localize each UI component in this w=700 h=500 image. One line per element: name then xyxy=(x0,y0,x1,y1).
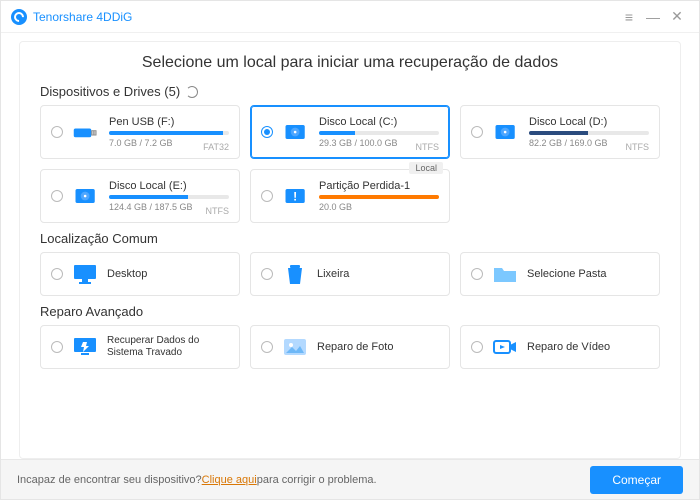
local-badge: Local xyxy=(409,162,443,174)
usage-bar xyxy=(109,195,229,199)
footer-text-prefix: Incapaz de encontrar seu dispositivo? xyxy=(17,474,202,486)
drive-name: Disco Local (D:) xyxy=(529,116,649,128)
crashed-system-icon xyxy=(71,335,99,359)
drive-name: Partição Perdida-1 xyxy=(319,180,439,192)
app-logo-icon xyxy=(11,9,27,25)
radio-icon xyxy=(261,190,273,202)
usage-bar xyxy=(529,131,649,135)
titlebar: Tenorshare 4DDiG ≡ — ✕ xyxy=(1,1,699,33)
location-recycle-bin[interactable]: Lixeira xyxy=(250,252,450,296)
advanced-video-repair[interactable]: Reparo de Vídeo xyxy=(460,325,660,369)
app-title: Tenorshare 4DDiG xyxy=(33,10,132,24)
photo-icon xyxy=(281,335,309,359)
svg-text:!: ! xyxy=(293,189,297,203)
fs-label: NTFS xyxy=(626,142,650,152)
advanced-label: Reparo de Foto xyxy=(317,341,393,353)
location-desktop[interactable]: Desktop xyxy=(40,252,240,296)
radio-icon xyxy=(471,341,483,353)
section-devices-heading: Dispositivos e Drives (5) xyxy=(40,84,660,99)
hdd-icon xyxy=(71,183,101,209)
footer: Incapaz de encontrar seu dispositivo? Cl… xyxy=(1,459,699,499)
close-button[interactable]: ✕ xyxy=(665,5,689,29)
drive-name: Disco Local (C:) xyxy=(319,116,439,128)
fs-label: NTFS xyxy=(206,206,230,216)
advanced-photo-repair[interactable]: Reparo de Foto xyxy=(250,325,450,369)
section-common-heading: Localização Comum xyxy=(40,231,660,246)
location-label: Selecione Pasta xyxy=(527,268,607,280)
section-advanced-heading: Reparo Avançado xyxy=(40,304,660,319)
video-icon xyxy=(491,335,519,359)
radio-icon xyxy=(51,126,63,138)
usage-bar xyxy=(109,131,229,135)
start-button[interactable]: Começar xyxy=(590,466,683,494)
radio-icon xyxy=(51,341,63,353)
radio-icon xyxy=(51,268,63,280)
drive-tile-local-d[interactable]: Disco Local (D:) 82.2 GB / 169.0 GB NTFS xyxy=(460,105,660,159)
drive-name: Disco Local (E:) xyxy=(109,180,229,192)
drive-name: Pen USB (F:) xyxy=(109,116,229,128)
location-select-folder[interactable]: Selecione Pasta xyxy=(460,252,660,296)
desktop-icon xyxy=(71,262,99,286)
advanced-label: Reparo de Vídeo xyxy=(527,341,610,353)
footer-help-link[interactable]: Clique aqui xyxy=(202,474,257,486)
usb-drive-icon xyxy=(71,119,101,145)
hdd-icon xyxy=(491,119,521,145)
radio-icon xyxy=(471,126,483,138)
refresh-icon[interactable] xyxy=(186,86,198,98)
partition-warning-icon: ! xyxy=(281,183,311,209)
fs-label: NTFS xyxy=(416,142,440,152)
advanced-label: Recuperar Dados do Sistema Travado xyxy=(107,335,229,359)
hdd-icon xyxy=(281,119,311,145)
location-label: Desktop xyxy=(107,268,147,280)
drive-tile-usb-f[interactable]: Pen USB (F:) 7.0 GB / 7.2 GB FAT32 xyxy=(40,105,240,159)
trash-icon xyxy=(281,262,309,286)
location-label: Lixeira xyxy=(317,268,349,280)
section-devices-label: Dispositivos e Drives (5) xyxy=(40,84,180,99)
radio-icon xyxy=(261,341,273,353)
footer-text-suffix: para corrigir o problema. xyxy=(257,474,377,486)
fs-label: FAT32 xyxy=(203,142,229,152)
minimize-button[interactable]: — xyxy=(641,5,665,29)
drive-size: 20.0 GB xyxy=(319,202,439,212)
usage-bar xyxy=(319,131,439,135)
radio-icon xyxy=(261,126,273,138)
page-title: Selecione um local para iniciar uma recu… xyxy=(40,54,660,72)
folder-icon xyxy=(491,262,519,286)
menu-icon[interactable]: ≡ xyxy=(617,5,641,29)
radio-icon xyxy=(261,268,273,280)
advanced-crashed-system[interactable]: Recuperar Dados do Sistema Travado xyxy=(40,325,240,369)
radio-icon xyxy=(51,190,63,202)
drive-tile-local-e[interactable]: Disco Local (E:) 124.4 GB / 187.5 GB NTF… xyxy=(40,169,240,223)
radio-icon xyxy=(471,268,483,280)
usage-bar xyxy=(319,195,439,199)
drive-tile-lost-partition[interactable]: Local ! Partição Perdida-1 20.0 GB xyxy=(250,169,450,223)
drive-tile-local-c[interactable]: Disco Local (C:) 29.3 GB / 100.0 GB NTFS xyxy=(250,105,450,159)
